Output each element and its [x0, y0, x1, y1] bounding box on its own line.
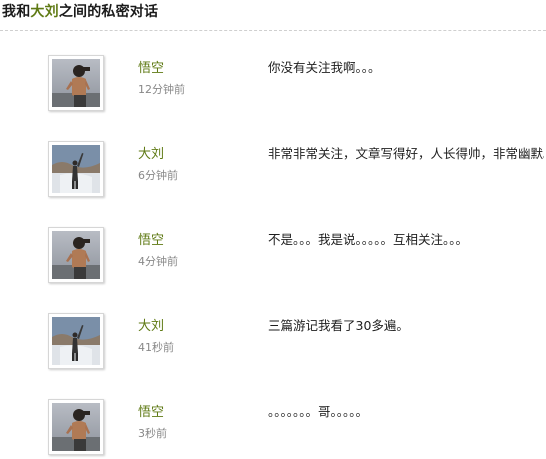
sender-name-link[interactable]: 悟空	[138, 229, 164, 248]
message-text: 非常非常关注，文章写得好，人长得帅，非常幽默。	[268, 146, 544, 161]
message-time: 41秒前	[138, 341, 174, 354]
message-item: 大刘 41秒前 三篇游记我看了30多遍。	[0, 313, 546, 373]
message-item: 悟空 12分钟前 你没有关注我啊。。。	[0, 55, 546, 115]
wukong-avatar-image	[52, 231, 100, 279]
message-item: 悟空 4分钟前 不是。。。我是说。。。。。互相关注。。。	[0, 227, 546, 287]
wukong-avatar[interactable]	[48, 399, 104, 455]
message-time: 4分钟前	[138, 255, 178, 268]
title-user-link[interactable]: 大刘	[30, 4, 58, 20]
sender-name-link[interactable]: 大刘	[138, 143, 164, 162]
page-title: 我和大刘之间的私密对话	[2, 1, 158, 21]
message-time: 12分钟前	[138, 83, 185, 96]
title-suffix: 之间的私密对话	[58, 4, 159, 20]
sender-name-link[interactable]: 悟空	[138, 401, 164, 420]
wukong-avatar-image	[52, 403, 100, 451]
header-divider	[0, 30, 546, 31]
wukong-avatar[interactable]	[48, 227, 104, 283]
conversation-header: 我和大刘之间的私密对话	[0, 0, 546, 32]
daliu-avatar-image	[52, 145, 100, 193]
sender-name-link[interactable]: 悟空	[138, 57, 164, 76]
message-time: 3秒前	[138, 427, 167, 440]
wukong-avatar-image	[52, 59, 100, 107]
daliu-avatar[interactable]	[48, 141, 104, 197]
message-text: 。。。。。。。哥。。。。。	[268, 404, 369, 419]
daliu-avatar-image	[52, 317, 100, 365]
message-item: 大刘 6分钟前 非常非常关注，文章写得好，人长得帅，非常幽默。	[0, 141, 546, 201]
wukong-avatar[interactable]	[48, 55, 104, 111]
sender-name-link[interactable]: 大刘	[138, 315, 164, 334]
title-prefix: 我和	[2, 4, 31, 20]
message-text: 三篇游记我看了30多遍。	[268, 318, 409, 333]
message-text: 你没有关注我啊。。。	[268, 60, 381, 75]
message-text: 不是。。。我是说。。。。。互相关注。。。	[268, 232, 469, 247]
message-item: 悟空 3秒前 。。。。。。。哥。。。。。	[0, 399, 546, 459]
message-time: 6分钟前	[138, 169, 178, 182]
daliu-avatar[interactable]	[48, 313, 104, 369]
